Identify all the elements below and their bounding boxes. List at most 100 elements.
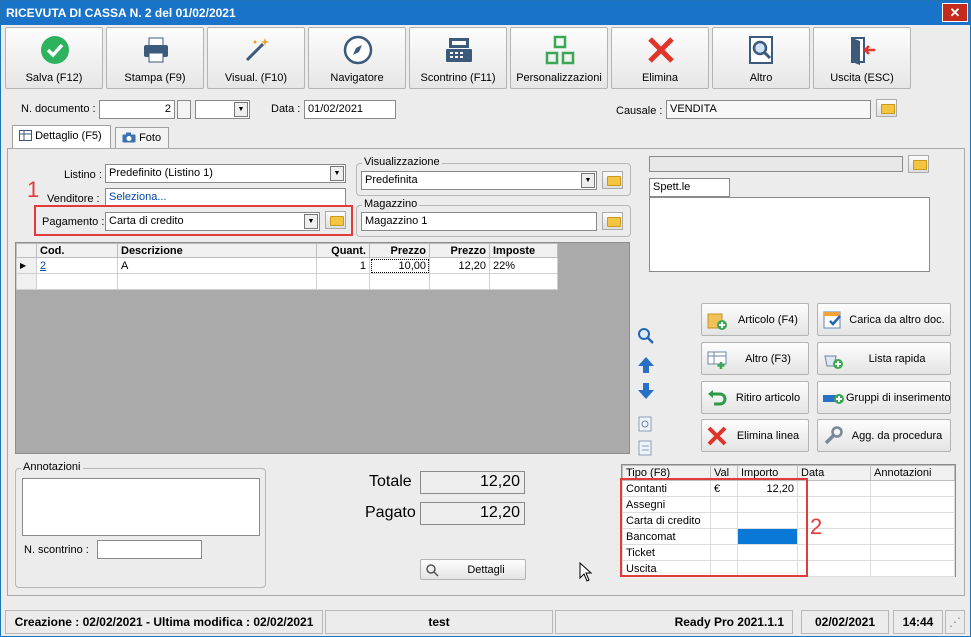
col-prezzo-ivato[interactable]: Prezzo <box>429 243 490 258</box>
zoom-icon[interactable] <box>636 326 656 346</box>
table-row[interactable]: ▶ 2 A 1 10,00 12,20 22% <box>16 257 558 274</box>
red-x-icon <box>707 426 727 446</box>
more-button-label: Altro <box>749 72 773 84</box>
col-annotazioni[interactable]: Annotazioni <box>870 465 955 481</box>
dettagli-button[interactable]: Dettagli <box>420 559 526 580</box>
annotazioni-textarea[interactable] <box>22 478 260 536</box>
compass-icon <box>343 35 373 65</box>
row-descrizione[interactable]: A <box>117 257 317 274</box>
items-header-row: Cod. Descrizione Quant. Prezzo Prezzo Im… <box>16 243 558 258</box>
date-label: Data : <box>271 103 301 115</box>
move-up-icon[interactable] <box>636 355 656 375</box>
customer-folder-button[interactable] <box>908 155 929 173</box>
preview-button[interactable]: Visual. (F10) <box>207 27 305 89</box>
scontrino-label: N. scontrino : <box>24 544 89 556</box>
table-icon <box>19 130 32 141</box>
table-row-empty[interactable] <box>16 273 558 290</box>
doc-number-label: N. documento : <box>21 103 96 115</box>
delete-line-button[interactable]: Elimina linea <box>701 419 809 452</box>
exit-door-icon <box>851 37 875 65</box>
venditore-label: Venditore : <box>47 193 100 205</box>
highlight-box-payments <box>620 478 808 577</box>
magic-wand-icon <box>245 38 269 62</box>
visualizzazione-folder-button[interactable] <box>602 171 623 189</box>
causale-field[interactable]: VENDITA <box>666 100 871 119</box>
quick-list-icon <box>824 355 843 369</box>
delete-line-label: Elimina linea <box>736 430 800 442</box>
paste-row-icon[interactable] <box>636 438 656 458</box>
update-from-procedure-button[interactable]: Agg. da procedura <box>817 419 951 452</box>
status-time: 14:44 <box>893 610 943 634</box>
zoom-in-icon <box>426 564 439 577</box>
col-data[interactable]: Data <box>797 465 871 481</box>
close-window-button[interactable]: ✕ <box>942 3 968 22</box>
navigator-button[interactable]: Navigatore <box>308 27 406 89</box>
customer-search-field[interactable] <box>649 156 903 172</box>
doc-number-spinner[interactable] <box>177 100 191 119</box>
customer-salutation-field[interactable]: Spett.le <box>649 178 730 197</box>
add-article-button[interactable]: Articolo (F4) <box>701 303 809 336</box>
delete-button[interactable]: Elimina <box>611 27 709 89</box>
pagato-value: 12,20 <box>420 502 525 525</box>
visualizzazione-title: Visualizzazione <box>362 156 442 168</box>
receipt-print-button[interactable]: Scontrino (F11) <box>409 27 507 89</box>
row-cod-link[interactable]: 2 <box>36 257 118 274</box>
visualizzazione-select[interactable]: Predefinita ▼ <box>361 171 597 190</box>
magazzino-title: Magazzino <box>362 198 420 210</box>
row-prezzo-ivato[interactable]: 12,20 <box>429 257 490 274</box>
row-indicator-header <box>16 243 37 258</box>
row-imposte[interactable]: 22% <box>489 257 558 274</box>
table-add-icon <box>707 351 727 369</box>
col-descrizione[interactable]: Descrizione <box>117 243 317 258</box>
doc-number-field[interactable]: 2 <box>99 100 175 119</box>
load-document-icon <box>823 311 841 329</box>
check-circle-icon <box>41 36 69 64</box>
doc-series-select[interactable]: ▼ <box>195 100 250 119</box>
current-row-arrow-icon: ▶ <box>16 257 37 274</box>
more-f3-button[interactable]: Altro (F3) <box>701 342 809 375</box>
receipt-window: RICEVUTA DI CASSA N. 2 del 01/02/2021 ✕ … <box>0 0 971 637</box>
listino-select[interactable]: Predefinito (Listino 1) ▼ <box>105 164 346 183</box>
print-button[interactable]: Stampa (F9) <box>106 27 204 89</box>
return-article-button[interactable]: Ritiro articolo <box>701 381 809 414</box>
window-title: RICEVUTA DI CASSA N. 2 del 01/02/2021 <box>6 6 236 20</box>
preview-button-label: Visual. (F10) <box>224 72 288 84</box>
annotation-marker-1: 1 <box>27 177 40 202</box>
col-imposte[interactable]: Imposte <box>489 243 558 258</box>
col-prezzo[interactable]: Prezzo <box>369 243 430 258</box>
tab-foto[interactable]: Foto <box>115 127 169 149</box>
customer-address-field[interactable] <box>649 197 930 272</box>
insert-groups-button[interactable]: Gruppi di inserimento <box>817 381 951 414</box>
save-button[interactable]: Salva (F12) <box>5 27 103 89</box>
exit-button[interactable]: Uscita (ESC) <box>813 27 911 89</box>
load-from-doc-button[interactable]: Carica da altro doc. <box>817 303 951 336</box>
more-f3-label: Altro (F3) <box>745 353 791 365</box>
quick-list-label: Lista rapida <box>868 353 926 365</box>
magazzino-field[interactable]: Magazzino 1 <box>361 212 597 231</box>
date-field[interactable]: 01/02/2021 <box>304 100 396 119</box>
chevron-down-icon: ▼ <box>581 173 595 188</box>
listino-label: Listino : <box>64 169 102 181</box>
magazzino-folder-button[interactable] <box>602 212 623 230</box>
row-quant[interactable]: 1 <box>316 257 370 274</box>
customize-button-label: Personalizzazioni <box>516 72 602 84</box>
move-down-icon[interactable] <box>636 381 656 401</box>
status-dates: Creazione : 02/02/2021 - Ultima modifica… <box>5 610 323 634</box>
scontrino-field[interactable] <box>97 540 202 559</box>
customize-button[interactable]: Personalizzazioni <box>510 27 608 89</box>
resize-grip-icon[interactable]: ⋰ <box>945 610 965 634</box>
status-version: Ready Pro 2021.1.1 <box>555 610 793 634</box>
more-button[interactable]: Altro <box>712 27 810 89</box>
col-quant[interactable]: Quant. <box>316 243 370 258</box>
annotazioni-title: Annotazioni <box>21 461 83 473</box>
causale-folder-button[interactable] <box>876 99 897 117</box>
quick-list-button[interactable]: Lista rapida <box>817 342 951 375</box>
receipt-print-button-label: Scontrino (F11) <box>420 72 496 84</box>
add-article-label: Articolo (F4) <box>738 314 798 326</box>
copy-row-icon[interactable] <box>636 414 656 434</box>
tab-dettaglio[interactable]: Dettaglio (F5) <box>12 125 111 149</box>
camera-icon <box>122 132 136 143</box>
mouse-cursor-icon <box>579 562 593 582</box>
row-prezzo[interactable]: 10,00 <box>369 257 430 274</box>
col-cod[interactable]: Cod. <box>36 243 118 258</box>
